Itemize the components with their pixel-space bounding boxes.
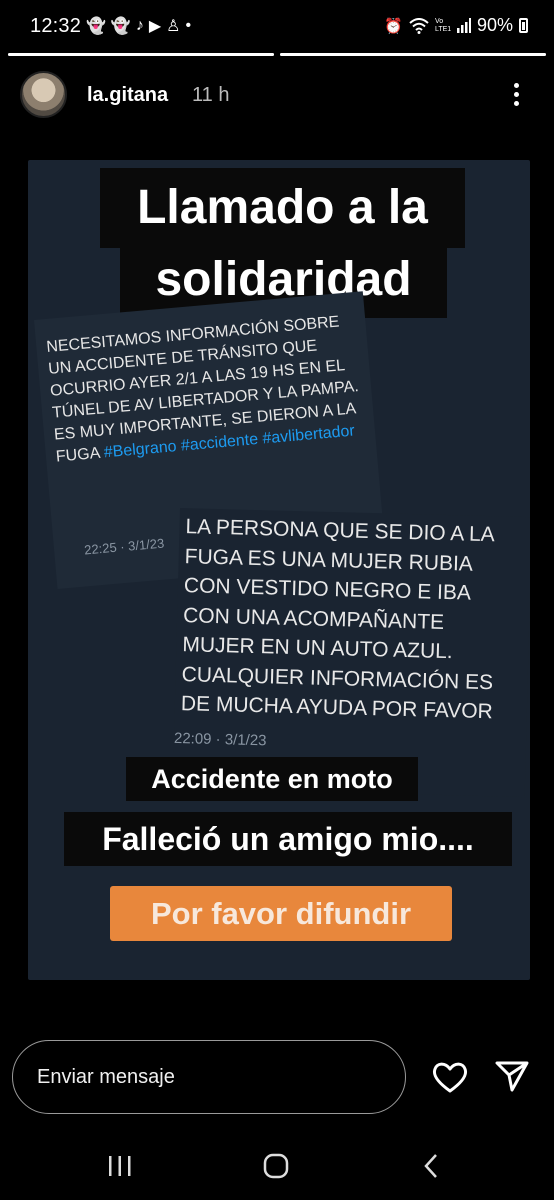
caption-accident: Accidente en moto <box>126 757 418 801</box>
alarm-icon: ⏰ <box>384 17 403 35</box>
snapchat-icon: 👻 <box>86 18 106 35</box>
message-input[interactable] <box>12 1040 406 1114</box>
notification-icons: 👻 👻 ♪ ▶ ♙ • <box>86 16 191 36</box>
back-icon[interactable] <box>412 1150 452 1182</box>
status-time: 12:32 <box>30 15 82 37</box>
status-right: ⏰ Vo LTE1 90% <box>384 15 528 36</box>
more-options-icon[interactable] <box>506 80 526 110</box>
home-icon[interactable] <box>256 1150 296 1182</box>
network-label: Vo LTE1 <box>434 17 452 33</box>
post-time: 11 h <box>192 84 230 106</box>
app-icon: ♙ <box>166 18 181 35</box>
more-notifications-icon: • <box>185 17 192 34</box>
avatar[interactable] <box>20 71 67 118</box>
battery-icon <box>519 18 528 33</box>
caption-friend: Falleció un amigo mio.... <box>64 812 512 866</box>
story-image[interactable]: Llamado a la solidaridad NECESITAMOS INF… <box>28 160 530 980</box>
snapchat-icon: 👻 <box>110 18 131 35</box>
send-icon[interactable] <box>494 1058 530 1094</box>
username[interactable]: la.gitana <box>87 84 168 107</box>
tweet-screenshot-2: LA PERSONA QUE SE DIO A LA FUGA ES UNA M… <box>172 508 530 798</box>
story-progress-1 <box>8 53 274 56</box>
tiktok-icon: ♪ <box>135 17 144 34</box>
heart-icon[interactable] <box>430 1057 470 1097</box>
caption-please-share: Por favor difundir <box>110 886 452 941</box>
tweet2-timestamp: 22:09 · 3/1/23 <box>173 729 267 750</box>
story-title-line1: Llamado a la <box>100 168 465 248</box>
tweet1-timestamp: 22:25 · 3/1/23 <box>83 535 165 558</box>
battery-label: 90% <box>476 15 513 35</box>
story-progress-2 <box>280 53 546 56</box>
wifi-icon <box>409 17 429 34</box>
signal-icon <box>456 18 471 33</box>
status-bar: 12:32 👻 👻 ♪ ▶ ♙ • ⏰ Vo LTE1 90% <box>0 0 554 54</box>
navigation-bar <box>0 1140 554 1200</box>
youtube-icon: ▶ <box>148 18 162 35</box>
recent-apps-icon[interactable] <box>100 1150 140 1182</box>
tweet2-text: LA PERSONA QUE SE DIO A LA FUGA ES UNA M… <box>180 515 494 724</box>
